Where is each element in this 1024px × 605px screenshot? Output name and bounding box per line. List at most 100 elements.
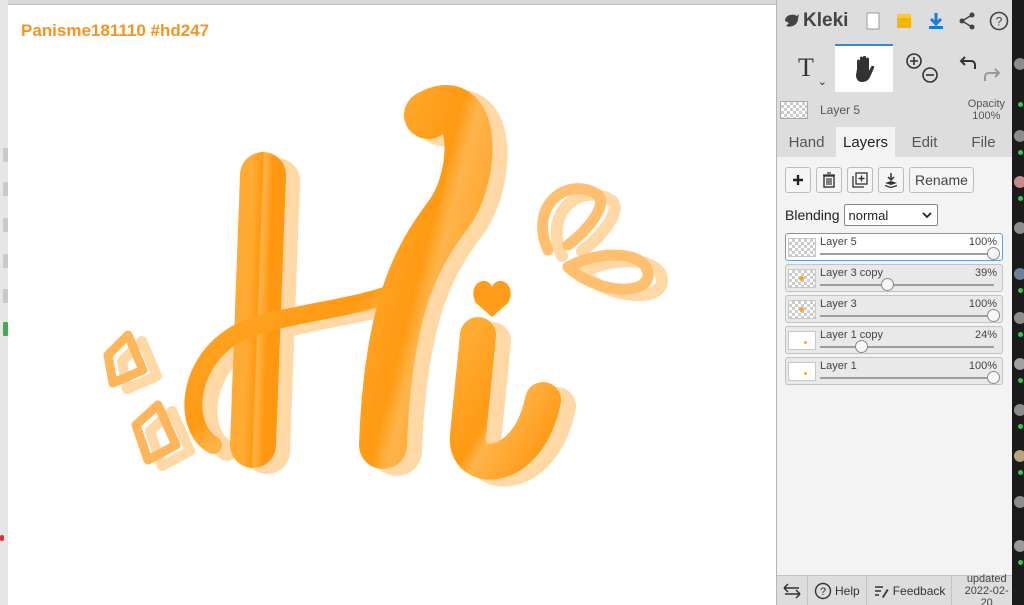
opacity-value: 100%	[972, 110, 1001, 122]
help-button[interactable]: ?	[984, 6, 1013, 36]
layer-item[interactable]: Layer 3 100%	[785, 295, 1003, 323]
tab-layers[interactable]: Layers	[836, 127, 895, 157]
text-tool-icon: T	[798, 53, 814, 82]
layer-list: Layer 5 100% Layer 3 copy 39% Layer 3 10…	[785, 233, 1003, 388]
merge-down-icon	[884, 173, 898, 188]
online-dot	[1018, 424, 1023, 429]
opacity-slider-track[interactable]	[820, 284, 994, 286]
chevron-down-icon: ⌄	[817, 76, 827, 88]
opacity-slider-handle[interactable]	[987, 247, 1000, 260]
zoom-buttons[interactable]	[893, 44, 951, 92]
svg-text:?: ?	[820, 586, 826, 598]
save-icon	[897, 14, 912, 28]
layer-name: Layer 1 copy	[820, 329, 883, 341]
layers-panel: Rename Blending normal Layer 5 100% Laye…	[777, 157, 1013, 575]
layer-name: Layer 3	[820, 298, 857, 310]
avatar	[1014, 404, 1024, 416]
updated-label: updated	[966, 572, 1007, 585]
opacity-slider-handle[interactable]	[987, 309, 1000, 322]
online-dot	[1018, 102, 1023, 107]
avatar	[1014, 312, 1024, 324]
avatar	[1014, 268, 1024, 280]
layer-thumbnail	[788, 269, 816, 288]
duplicate-icon	[852, 172, 868, 188]
avatar	[1014, 176, 1024, 188]
tab-file[interactable]: File	[954, 127, 1013, 157]
toggle-ui-side-button[interactable]	[777, 575, 808, 605]
opacity-slider-track[interactable]	[820, 253, 994, 255]
layer-name: Layer 5	[820, 236, 857, 248]
text-tool-button[interactable]: T ⌄	[777, 44, 835, 92]
swap-arrows-icon	[783, 582, 801, 599]
avatar	[1014, 540, 1024, 552]
feedback-label: Feedback	[892, 583, 946, 598]
online-dot	[1018, 560, 1023, 565]
online-dot	[1018, 470, 1023, 475]
avatar	[1014, 358, 1024, 370]
tool-row: T ⌄	[777, 44, 1013, 92]
feedback-link[interactable]: Feedback	[867, 575, 953, 605]
download-icon	[928, 13, 943, 29]
zoom-in-out-icon	[906, 53, 938, 83]
online-dot	[1018, 150, 1023, 155]
tab-edit[interactable]: Edit	[895, 127, 954, 157]
avatar	[1014, 496, 1024, 508]
help-circle-icon: ?	[814, 582, 832, 599]
drawing-canvas[interactable]: Panisme181110 #hd247	[8, 4, 776, 605]
opacity-slider-handle[interactable]	[854, 340, 868, 353]
save-button[interactable]	[890, 6, 919, 36]
svg-text:?: ?	[995, 15, 1002, 29]
layer-item[interactable]: Layer 5 100%	[785, 233, 1003, 261]
opacity-slider-track[interactable]	[820, 377, 994, 379]
help-label: Help	[835, 583, 860, 598]
opacity-slider-handle[interactable]	[880, 278, 894, 291]
layer-name: Layer 3 copy	[820, 267, 883, 279]
panel-tabs: Hand Layers Edit File	[777, 127, 1013, 157]
plus-icon	[793, 175, 803, 185]
current-layer-bar: Layer 5 Opacity 100%	[777, 94, 1013, 126]
opacity-slider-track[interactable]	[820, 346, 994, 348]
layer-thumbnail	[788, 331, 816, 350]
duplicate-layer-button[interactable]	[847, 167, 873, 193]
help-icon: ?	[989, 11, 1009, 31]
online-dot	[1018, 288, 1023, 293]
layer-actions: Rename	[785, 167, 974, 193]
opacity-label: Opacity	[967, 98, 1005, 110]
left-window-edge	[0, 0, 8, 605]
blending-label: Blending	[785, 207, 840, 223]
new-page-button[interactable]	[858, 6, 887, 36]
opacity-slider-handle[interactable]	[987, 371, 1000, 384]
tab-hand[interactable]: Hand	[777, 127, 836, 157]
rename-layer-button[interactable]: Rename	[909, 167, 974, 193]
layer-item[interactable]: Layer 1 100%	[785, 357, 1003, 385]
current-layer-name: Layer 5	[820, 103, 861, 117]
hi-lettering-artwork	[103, 85, 668, 487]
current-layer-thumbnail	[780, 101, 808, 119]
opacity-slider-track[interactable]	[820, 315, 994, 317]
add-layer-button[interactable]	[785, 167, 811, 193]
edge-red-dot	[0, 535, 4, 541]
layer-item[interactable]: Layer 1 copy 24%	[785, 326, 1003, 354]
blending-value: normal	[848, 207, 889, 223]
help-link[interactable]: ? Help	[808, 575, 867, 605]
delete-layer-button[interactable]	[816, 167, 842, 193]
kleki-logo[interactable]: Kleki	[783, 10, 848, 32]
panel-header: Kleki ?	[777, 0, 1013, 42]
current-layer-opacity: Opacity 100%	[968, 98, 1005, 122]
trash-icon	[823, 172, 835, 188]
app-name: Kleki	[803, 10, 849, 31]
layer-thumbnail	[788, 238, 816, 257]
undo-redo-buttons[interactable]	[951, 44, 1009, 92]
new-page-icon	[866, 12, 880, 30]
share-icon	[959, 12, 975, 30]
layer-item[interactable]: Layer 3 copy 39%	[785, 264, 1003, 292]
kleki-side-panel: Kleki ? T ⌄ Layer 5 Opacity 100% Hand La…	[776, 0, 1013, 605]
download-button[interactable]	[921, 6, 950, 36]
merge-layer-button[interactable]	[878, 167, 904, 193]
hand-tool-button[interactable]	[835, 44, 893, 92]
feedback-icon	[874, 585, 889, 598]
blending-select[interactable]: normal	[843, 204, 938, 226]
kleki-bird-icon	[785, 14, 799, 27]
share-button[interactable]	[953, 6, 982, 36]
right-window-edge	[1012, 0, 1024, 605]
